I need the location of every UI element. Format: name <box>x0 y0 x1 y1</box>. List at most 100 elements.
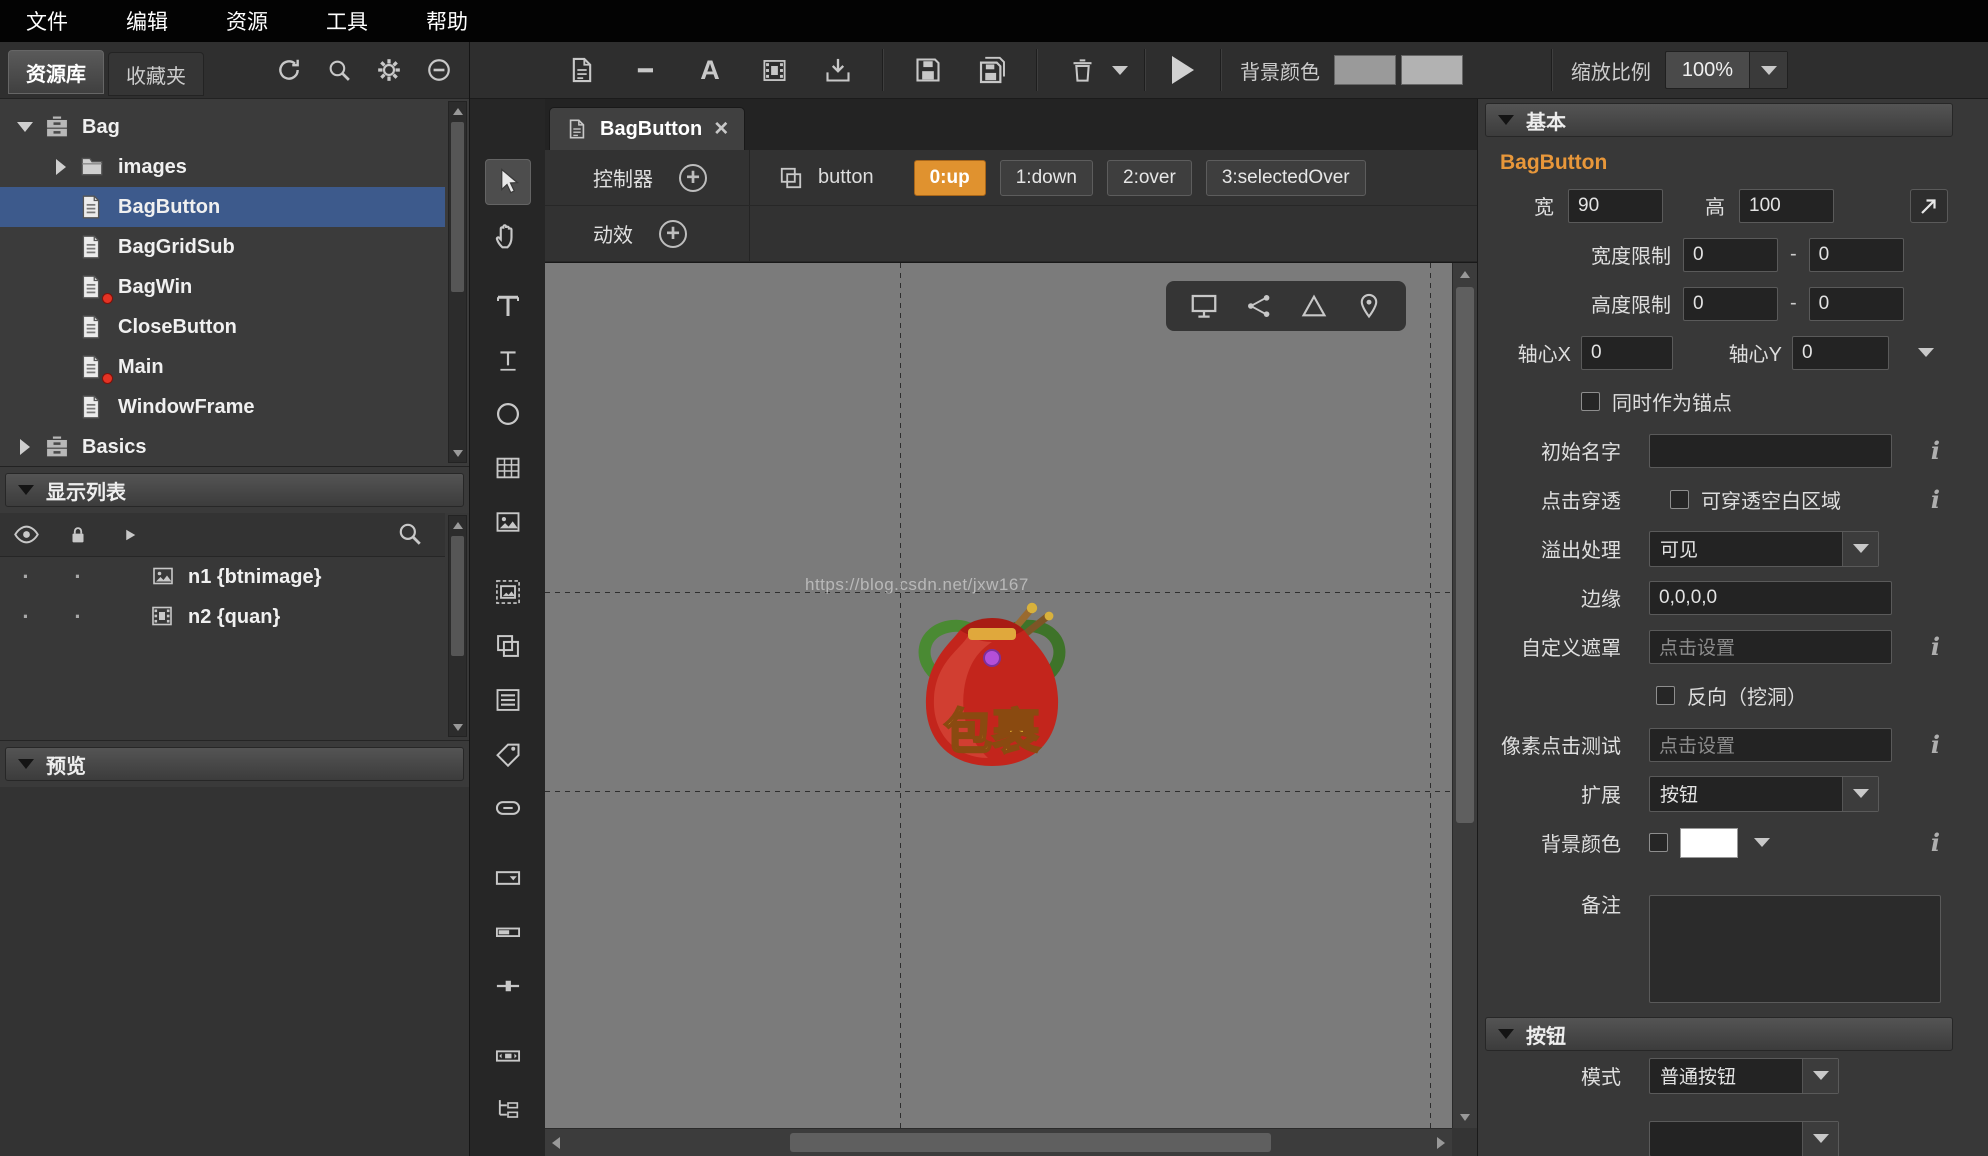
share-nodes-icon[interactable] <box>1241 288 1277 324</box>
margin-input[interactable]: 0,0,0,0 <box>1649 581 1892 615</box>
tab-library[interactable]: 资源库 <box>8 50 104 94</box>
scroll-down-icon[interactable] <box>449 718 466 736</box>
extension-select[interactable]: 按钮 <box>1649 776 1879 812</box>
visibility-cell[interactable]: · <box>0 604 52 630</box>
custom-mask-input[interactable]: 点击设置 <box>1649 630 1892 664</box>
scrollbar-thumb[interactable] <box>790 1133 1271 1152</box>
search-icon[interactable] <box>397 521 423 547</box>
remark-textarea[interactable] <box>1649 895 1941 1003</box>
controller-name[interactable]: button <box>818 166 874 189</box>
info-icon[interactable]: i <box>1931 485 1940 514</box>
new-component-button[interactable] <box>559 47 605 93</box>
height-limit-min-input[interactable]: 0 <box>1683 287 1778 321</box>
lock-cell[interactable]: · <box>52 604 104 630</box>
info-icon[interactable]: i <box>1931 828 1940 857</box>
tool-slider-button[interactable] <box>485 963 531 1009</box>
controller-state-0[interactable]: 0:up <box>914 160 986 196</box>
tree-item-main[interactable]: Main <box>0 347 445 387</box>
new-text-button[interactable]: A <box>687 47 733 93</box>
expand-icon[interactable] <box>12 122 38 132</box>
test-play-button[interactable] <box>1172 56 1194 84</box>
initial-name-input[interactable] <box>1649 434 1892 468</box>
cropped-select[interactable] <box>1649 1121 1839 1156</box>
monitor-icon[interactable] <box>1186 288 1222 324</box>
canvas-vertical-scrollbar[interactable] <box>1452 263 1477 1128</box>
info-icon[interactable]: i <box>1931 730 1940 759</box>
preview-header[interactable]: 预览 <box>5 747 464 781</box>
chevron-down-icon[interactable] <box>1754 838 1770 847</box>
add-transition-button[interactable]: + <box>659 220 687 248</box>
menu-item-file[interactable]: 文件 <box>26 6 68 36</box>
tree-item-bagwin[interactable]: BagWin <box>0 267 445 307</box>
tab-favorites[interactable]: 收藏夹 <box>108 52 204 96</box>
add-controller-button[interactable]: + <box>679 164 707 192</box>
bg-color-swatch[interactable] <box>1680 828 1738 858</box>
controller-state-1[interactable]: 1:down <box>1000 160 1093 196</box>
tool-button-button[interactable] <box>485 785 531 831</box>
collapse-icon[interactable] <box>48 159 74 175</box>
click-through-checkbox[interactable] <box>1670 490 1689 509</box>
collapse-icon[interactable] <box>12 439 38 455</box>
delete-button[interactable] <box>1059 47 1105 93</box>
menu-item-edit[interactable]: 编辑 <box>126 6 168 36</box>
button-section-header[interactable]: 按钮 <box>1485 1017 1953 1051</box>
tool-scrollbar-button[interactable] <box>485 1033 531 1079</box>
overflow-select[interactable]: 可见 <box>1649 531 1879 567</box>
bg-color-swatch-1[interactable] <box>1334 55 1396 85</box>
bagbutton-sprite[interactable]: 包裹 <box>900 602 1084 792</box>
stage-canvas[interactable]: https://blog.csdn.net/jxw167 包裹 <box>545 263 1452 1128</box>
tool-select-button[interactable] <box>485 159 531 205</box>
anchor-checkbox[interactable] <box>1581 392 1600 411</box>
scroll-up-icon[interactable] <box>449 516 466 534</box>
new-graph-button[interactable] <box>623 47 669 93</box>
display-list-header[interactable]: 显示列表 <box>5 473 464 507</box>
tool-image-button[interactable] <box>485 499 531 545</box>
lock-icon[interactable] <box>52 524 104 546</box>
info-icon[interactable]: i <box>1931 632 1940 661</box>
lock-cell[interactable]: · <box>52 564 104 590</box>
fit-link-button[interactable] <box>1910 189 1948 223</box>
menu-item-tools[interactable]: 工具 <box>326 6 368 36</box>
chevron-down-icon[interactable] <box>1918 348 1934 357</box>
scroll-up-icon[interactable] <box>449 102 466 120</box>
tree-item-bagbutton[interactable]: BagButton <box>0 187 445 227</box>
new-movieclip-button[interactable] <box>751 47 797 93</box>
tree-scrollbar[interactable] <box>448 101 467 463</box>
tool-tree-button[interactable] <box>485 1087 531 1133</box>
info-icon[interactable]: i <box>1931 436 1940 465</box>
tree-item-bag[interactable]: Bag <box>0 107 445 147</box>
tool-text-button[interactable] <box>485 283 531 329</box>
pivot-y-input[interactable]: 0 <box>1792 336 1889 370</box>
tool-input-text-button[interactable] <box>485 337 531 383</box>
height-input[interactable]: 100 <box>1739 189 1834 223</box>
scrollbar-thumb[interactable] <box>451 536 464 656</box>
zoom-select[interactable]: 100% <box>1665 51 1788 89</box>
scroll-up-icon[interactable] <box>1453 263 1477 285</box>
tool-shape-button[interactable] <box>485 391 531 437</box>
pixel-hittest-input[interactable]: 点击设置 <box>1649 728 1892 762</box>
remove-icon[interactable] <box>425 56 453 84</box>
tool-list-button[interactable] <box>485 677 531 723</box>
triangle-icon[interactable] <box>1296 288 1332 324</box>
canvas-horizontal-scrollbar[interactable] <box>545 1128 1452 1156</box>
delete-menu-button[interactable] <box>1108 47 1132 93</box>
height-limit-max-input[interactable]: 0 <box>1809 287 1904 321</box>
pin-icon[interactable] <box>1351 288 1387 324</box>
scrollbar-thumb[interactable] <box>451 122 464 292</box>
mode-select[interactable]: 普通按钮 <box>1649 1058 1839 1094</box>
controller-state-3[interactable]: 3:selectedOver <box>1206 160 1366 196</box>
save-button[interactable] <box>905 47 951 93</box>
invert-checkbox[interactable] <box>1656 686 1675 705</box>
tool-component-button[interactable] <box>485 623 531 669</box>
tool-progressbar-button[interactable] <box>485 909 531 955</box>
tool-pan-button[interactable] <box>485 213 531 259</box>
controller-state-2[interactable]: 2:over <box>1107 160 1192 196</box>
width-limit-min-input[interactable]: 0 <box>1683 238 1778 272</box>
width-input[interactable]: 90 <box>1568 189 1663 223</box>
scroll-down-icon[interactable] <box>449 444 466 462</box>
tree-item-baggridsub[interactable]: BagGridSub <box>0 227 445 267</box>
display-list-scrollbar[interactable] <box>448 515 467 737</box>
bg-color-swatch-2[interactable] <box>1401 55 1463 85</box>
close-icon[interactable]: × <box>714 117 728 141</box>
basic-section-header[interactable]: 基本 <box>1485 103 1953 137</box>
